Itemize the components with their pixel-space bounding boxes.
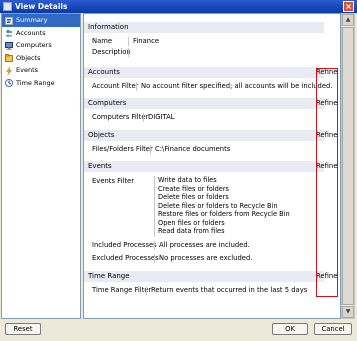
- excluded-processes-label: Excluded Processes: [92, 254, 159, 262]
- events-filter-item: Create files or folders: [158, 184, 229, 193]
- events-filter-item: Restore files or folders from Recycle Bi…: [158, 210, 290, 218]
- title-bar: View Details ×: [0, 0, 357, 13]
- name-label: Name: [92, 37, 113, 45]
- account-filter-value: No account filter specified; all account…: [136, 82, 333, 91]
- time-range-filter-value: Return events that occurred in the last …: [146, 286, 307, 295]
- events-filter-item: Delete files or folders: [158, 193, 229, 201]
- computers-header: Computers: [84, 98, 324, 109]
- details-panel: Information Name Finance Description Acc…: [83, 13, 341, 319]
- sidebar: Summary Accounts Computers Objects Event…: [1, 13, 81, 319]
- ok-button[interactable]: OK: [272, 323, 308, 335]
- information-header: Information: [84, 22, 324, 33]
- account-filter-label: Account Filter: [92, 82, 139, 90]
- scrollbar-thumb[interactable]: [342, 27, 354, 305]
- files-folders-filter-label: Files/Folders Filter: [92, 145, 153, 153]
- included-processes-value: All processes are included.: [154, 241, 250, 250]
- close-button[interactable]: ×: [343, 1, 354, 12]
- sidebar-item-accounts[interactable]: Accounts: [2, 27, 80, 40]
- scroll-up-icon[interactable]: ▲: [342, 14, 354, 26]
- events-header: Events: [84, 161, 324, 172]
- sidebar-item-events[interactable]: Events: [2, 64, 80, 77]
- sidebar-item-label: Accounts: [16, 28, 46, 37]
- sidebar-item-label: Events: [16, 66, 39, 74]
- events-filter-item: Write data to files: [158, 176, 217, 184]
- sidebar-item-label: Summary: [16, 16, 48, 24]
- sidebar-item-label: Time Range: [16, 78, 55, 87]
- reset-button[interactable]: Reset: [5, 323, 41, 335]
- events-filter-label: Events Filter: [92, 177, 135, 185]
- cancel-button[interactable]: Cancel: [314, 323, 352, 335]
- window-title: View Details: [15, 2, 68, 11]
- refine-highlight-box: [316, 68, 338, 297]
- sidebar-item-summary[interactable]: Summary: [2, 14, 80, 27]
- objects-icon: [5, 54, 13, 62]
- time-range-filter-label: Time Range Filter: [92, 286, 152, 294]
- computers-filter-value: DIGITAL: [143, 113, 175, 122]
- accounts-icon: [5, 29, 13, 37]
- events-filter-item: Open files or folders: [158, 218, 225, 227]
- computers-filter-label: Computers Filter: [92, 113, 149, 121]
- included-processes-label: Included Processes: [92, 241, 157, 249]
- objects-header: Objects: [84, 130, 324, 141]
- events-filter-item: Delete files or folders to Recycle Bin: [158, 201, 278, 210]
- computers-icon: [5, 41, 13, 50]
- description-label: Description: [92, 48, 131, 56]
- time-range-header: Time Range: [84, 271, 324, 282]
- events-icon: [6, 66, 12, 75]
- excluded-processes-value: No processes are excluded.: [154, 254, 252, 263]
- accounts-header: Accounts: [84, 67, 324, 78]
- scroll-down-icon[interactable]: ▼: [342, 306, 354, 318]
- files-folders-filter-value: C:\Finance documents: [150, 145, 230, 154]
- events-filter-item: Read data from files: [158, 227, 225, 235]
- events-filter-divider: [154, 176, 155, 237]
- summary-icon: [5, 16, 13, 25]
- window-icon: [3, 2, 12, 11]
- sidebar-item-computers[interactable]: Computers: [2, 39, 80, 52]
- sidebar-item-objects[interactable]: Objects: [2, 52, 80, 65]
- sidebar-item-time-range[interactable]: Time Range: [2, 77, 80, 90]
- description-value: [128, 48, 133, 57]
- sidebar-item-label: Objects: [16, 53, 41, 62]
- time-range-icon: [5, 79, 13, 87]
- sidebar-item-label: Computers: [16, 41, 52, 49]
- name-value: Finance: [128, 37, 159, 46]
- vertical-scrollbar[interactable]: ▲ ▼: [341, 13, 355, 319]
